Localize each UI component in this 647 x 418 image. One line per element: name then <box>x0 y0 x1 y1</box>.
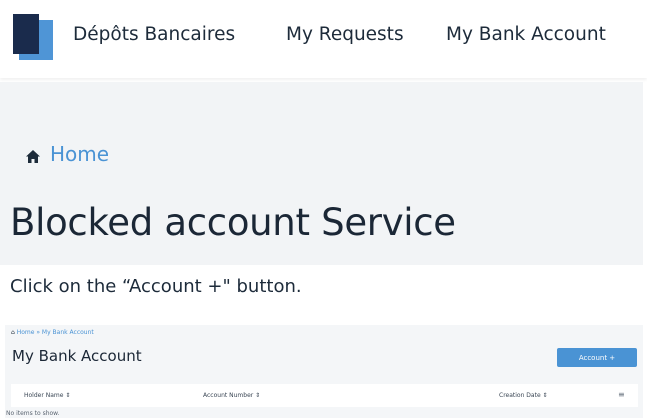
empty-table-message: No items to show. <box>6 410 60 417</box>
logo-front-square <box>13 14 39 54</box>
instruction-text: Click on the “Account +" button. <box>10 276 302 297</box>
home-icon <box>26 150 40 163</box>
breadcrumb-home-link[interactable]: Home <box>50 142 109 166</box>
column-holder-name[interactable]: Holder Name ⇕ <box>24 392 70 399</box>
brand-logo[interactable] <box>13 14 53 60</box>
screenshot-page-title: My Bank Account <box>12 347 142 365</box>
embedded-screenshot: ⌂ Home » My Bank Account My Bank Account… <box>5 325 643 418</box>
columns-settings-icon[interactable]: ≡ <box>618 390 625 399</box>
nav-item-my-bank-account[interactable]: My Bank Account <box>446 24 606 45</box>
nav-item-my-requests[interactable]: My Requests <box>286 24 404 45</box>
top-navbar: Dépôts Bancaires My Requests My Bank Acc… <box>0 0 647 78</box>
column-account-number[interactable]: Account Number ⇕ <box>203 392 260 399</box>
column-creation-date[interactable]: Creation Date ⇕ <box>499 392 548 399</box>
page-title: Blocked account Service <box>10 201 456 244</box>
screenshot-breadcrumb: ⌂ Home » My Bank Account <box>11 329 94 336</box>
breadcrumb[interactable]: Home <box>26 142 109 166</box>
add-account-button[interactable]: Account + <box>557 348 637 367</box>
screenshot-breadcrumb-text: Home » My Bank Account <box>16 329 94 336</box>
accounts-table-header: Holder Name ⇕ Account Number ⇕ Creation … <box>11 384 638 407</box>
nav-item-depots-bancaires[interactable]: Dépôts Bancaires <box>73 24 235 45</box>
